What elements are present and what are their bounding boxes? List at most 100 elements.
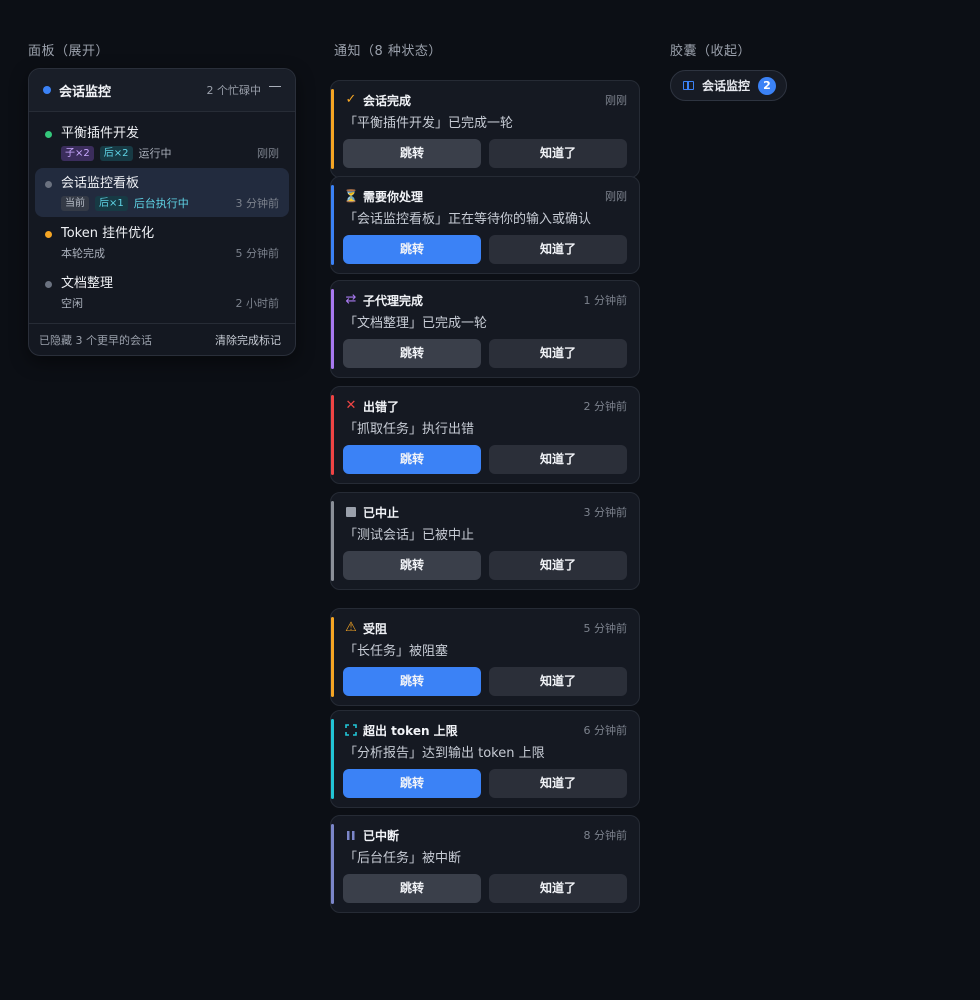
session-item[interactable]: 会话监控看板 当前 后×1 后台执行中 3 分钟前: [35, 168, 289, 217]
accent-bar: [331, 289, 334, 369]
jump-button[interactable]: 跳转: [343, 874, 481, 903]
notification-time: 3 分钟前: [583, 506, 628, 519]
session-title: 平衡插件开发: [61, 126, 140, 141]
accent-bar: [331, 824, 334, 904]
session-monitor-panel: 会话监控 2 个忙碌中 平衡插件开发 子×2 后×2 运行中 刚刚 会话监控看板…: [28, 68, 296, 356]
session-title: Token 挂件优化: [61, 226, 155, 241]
accent-bar: [331, 719, 334, 799]
notifications-section-title: 通知（8 种状态）: [334, 44, 442, 59]
notification-time: 8 分钟前: [583, 829, 628, 842]
notification-time: 1 分钟前: [583, 294, 628, 307]
jump-button[interactable]: 跳转: [343, 445, 481, 474]
notification-card-blocked: ⚠ 受阻 5 分钟前 「长任务」被阻塞 跳转 知道了: [330, 608, 640, 706]
capsule-label: 会话监控: [702, 79, 751, 93]
session-item[interactable]: 平衡插件开发 子×2 后×2 运行中 刚刚: [35, 118, 289, 167]
minimize-icon[interactable]: [269, 85, 281, 87]
session-time: 5 分钟前: [235, 247, 280, 260]
notification-time: 刚刚: [605, 190, 627, 203]
error-x-icon: ✕: [345, 398, 357, 413]
notification-card-completed: ✓ 会话完成 刚刚 「平衡插件开发」已完成一轮 跳转 知道了: [330, 80, 640, 178]
acknowledge-button[interactable]: 知道了: [489, 769, 627, 798]
pause-icon: [344, 828, 358, 842]
panel-section-title: 面板（展开）: [28, 44, 110, 59]
notification-title: 会话完成: [363, 93, 412, 108]
collapsed-capsule[interactable]: 会话监控 2: [670, 70, 787, 101]
notification-card-subagent-done: ⇄ 子代理完成 1 分钟前 「文档整理」已完成一轮 跳转 知道了: [330, 280, 640, 378]
session-status-dot-icon: [45, 181, 52, 188]
notification-title: 子代理完成: [363, 293, 424, 308]
jump-button[interactable]: 跳转: [343, 667, 481, 696]
session-status: 空闲: [61, 297, 83, 310]
current-tag: 当前: [61, 195, 89, 211]
panel-header: 会话监控 2 个忙碌中: [29, 69, 295, 112]
panel-title: 会话监控: [59, 84, 112, 100]
acknowledge-button[interactable]: 知道了: [489, 139, 627, 168]
acknowledge-button[interactable]: 知道了: [489, 667, 627, 696]
warning-icon: ⚠: [345, 620, 357, 635]
capsule-count-badge: 2: [758, 76, 776, 95]
session-status: 运行中: [138, 147, 172, 160]
panel-layout-icon: [683, 81, 694, 90]
notification-title: 受阻: [363, 621, 388, 636]
hidden-sessions-note: 已隐藏 3 个更早的会话: [39, 333, 152, 347]
acknowledge-button[interactable]: 知道了: [489, 445, 627, 474]
acknowledge-button[interactable]: 知道了: [489, 874, 627, 903]
background-tag: 后×2: [99, 145, 133, 161]
notification-time: 刚刚: [605, 94, 627, 107]
session-item[interactable]: Token 挂件优化 本轮完成 5 分钟前: [35, 218, 289, 267]
notification-title: 出错了: [363, 399, 400, 414]
notification-time: 5 分钟前: [583, 622, 628, 635]
session-status: 本轮完成: [61, 247, 105, 260]
jump-button[interactable]: 跳转: [343, 769, 481, 798]
expand-icon: [344, 723, 358, 737]
background-tag: 后×1: [95, 195, 128, 211]
jump-button[interactable]: 跳转: [343, 551, 481, 580]
notification-title: 需要你处理: [363, 189, 424, 204]
session-time: 2 小时前: [235, 297, 280, 310]
subagent-tag: 子×2: [61, 145, 94, 161]
accent-bar: [331, 185, 334, 265]
notification-card-interrupted: 已中断 8 分钟前 「后台任务」被中断 跳转 知道了: [330, 815, 640, 913]
notification-message: 「平衡插件开发」已完成一轮: [344, 116, 514, 131]
jump-button[interactable]: 跳转: [343, 339, 481, 368]
notification-title: 已中断: [363, 828, 400, 843]
notification-message: 「长任务」被阻塞: [344, 644, 449, 659]
notification-time: 2 分钟前: [583, 400, 628, 413]
session-time: 3 分钟前: [235, 197, 280, 210]
notification-message: 「文档整理」已完成一轮: [344, 316, 488, 331]
accent-bar: [331, 617, 334, 697]
check-icon: ✓: [345, 92, 357, 107]
notification-card-error: ✕ 出错了 2 分钟前 「抓取任务」执行出错 跳转 知道了: [330, 386, 640, 484]
notification-card-needs-action: ⏳ 需要你处理 刚刚 「会话监控看板」正在等待你的输入或确认 跳转 知道了: [330, 176, 640, 274]
jump-button[interactable]: 跳转: [343, 139, 481, 168]
session-status-dot-icon: [45, 281, 52, 288]
notification-title: 已中止: [363, 505, 400, 520]
acknowledge-button[interactable]: 知道了: [489, 551, 627, 580]
accent-bar: [331, 89, 334, 169]
accent-bar: [331, 501, 334, 581]
acknowledge-button[interactable]: 知道了: [489, 235, 627, 264]
session-status: 后台执行中: [133, 197, 189, 210]
session-status-dot-icon: [45, 131, 52, 138]
capsule-section-title: 胶囊（收起）: [670, 44, 752, 59]
notification-card-aborted: 已中止 3 分钟前 「测试会话」已被中止 跳转 知道了: [330, 492, 640, 590]
notification-message: 「会话监控看板」正在等待你的输入或确认: [344, 212, 592, 227]
acknowledge-button[interactable]: 知道了: [489, 339, 627, 368]
session-title: 会话监控看板: [61, 176, 140, 191]
notification-message: 「测试会话」已被中止: [344, 528, 475, 543]
notification-card-token-limit: 超出 token 上限 6 分钟前 「分析报告」达到输出 token 上限 跳转…: [330, 710, 640, 808]
hourglass-icon: ⏳: [343, 189, 359, 203]
notification-title: 超出 token 上限: [363, 723, 458, 738]
session-item[interactable]: 文档整理 空闲 2 小时前: [35, 268, 289, 317]
session-time: 刚刚: [257, 147, 279, 160]
notification-message: 「抓取任务」执行出错: [344, 422, 475, 437]
session-title: 文档整理: [61, 276, 114, 291]
panel-footer: 已隐藏 3 个更早的会话 清除完成标记: [29, 323, 295, 355]
swap-icon: ⇄: [345, 292, 357, 307]
notification-message: 「后台任务」被中断: [344, 851, 462, 866]
notification-time: 6 分钟前: [583, 724, 628, 737]
clear-completed-link[interactable]: 清除完成标记: [215, 332, 281, 348]
session-list: 平衡插件开发 子×2 后×2 运行中 刚刚 会话监控看板 当前 后×1 后台执行…: [29, 112, 295, 317]
jump-button[interactable]: 跳转: [343, 235, 481, 264]
accent-bar: [331, 395, 334, 475]
